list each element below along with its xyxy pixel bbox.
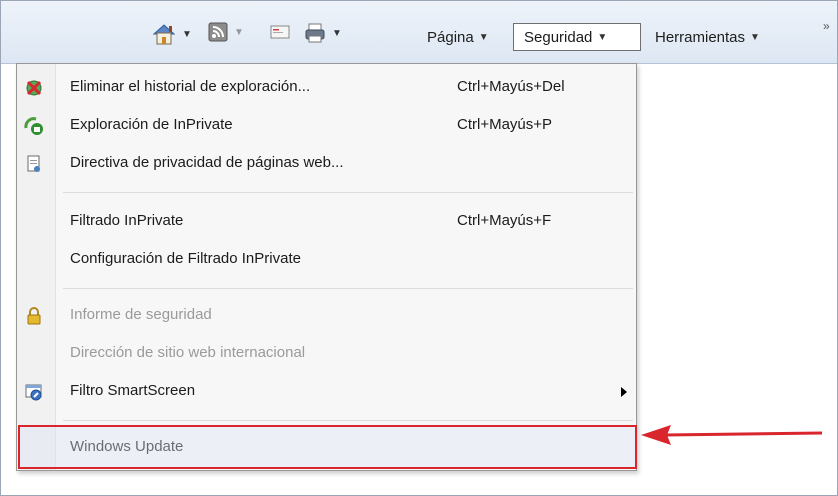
chevron-down-icon: ▼ [750, 31, 760, 43]
menu-item-privacy-policy[interactable]: Directiva de privacidad de páginas web..… [17, 148, 636, 180]
feeds-button[interactable]: ▼ [207, 21, 244, 43]
menu-item-smartscreen-filter[interactable]: Filtro SmartScreen [17, 376, 636, 408]
security-menu-button[interactable]: Seguridad ▼ [513, 23, 641, 51]
menu-item-label: Configuración de Filtrado InPrivate [70, 250, 301, 267]
menu-item-label: Directiva de privacidad de páginas web..… [70, 154, 344, 171]
tools-menu-label: Herramientas [655, 28, 746, 46]
browser-frame: ▼ ▼ ▼ Página ▼ Seguridad ▼ Herramientas … [0, 0, 838, 496]
menu-separator [63, 192, 633, 193]
print-button[interactable]: ▼ [303, 21, 342, 45]
lock-icon [27, 307, 41, 325]
privacy-policy-icon [27, 155, 40, 172]
menu-item-inprivate-filtering-settings[interactable]: Configuración de Filtrado InPrivate [17, 244, 636, 276]
menu-item-inprivate-browsing[interactable]: Exploración de InPrivate Ctrl+Mayús+P [17, 110, 636, 142]
delete-history-icon [26, 80, 42, 96]
page-menu-label: Página [427, 28, 474, 46]
feeds-icon [208, 22, 228, 42]
windows-update-highlight-box [18, 425, 637, 469]
menu-item-label: Informe de seguridad [70, 306, 212, 323]
smartscreen-icon [25, 384, 42, 401]
menu-item-label: Eliminar el historial de exploración... [70, 78, 311, 95]
chevron-down-icon: ▼ [597, 31, 608, 43]
menu-item-label: Filtro SmartScreen [70, 382, 196, 399]
menu-item-shortcut: Ctrl+Mayús+Del [457, 78, 565, 95]
menu-separator [63, 288, 633, 289]
security-menu-label: Seguridad [524, 28, 593, 46]
tools-menu-button[interactable]: Herramientas ▼ [655, 23, 760, 51]
red-arrow-icon [641, 425, 823, 445]
menu-item-label: Dirección de sitio web internacional [70, 344, 306, 361]
print-icon [305, 23, 325, 43]
menu-separator [63, 420, 633, 421]
toolbar-overflow-button[interactable]: » [823, 19, 830, 33]
chevron-down-icon: ▼ [478, 31, 489, 43]
mail-icon [270, 25, 290, 39]
submenu-arrow-icon [621, 387, 627, 397]
menu-item-shortcut: Ctrl+Mayús+F [457, 212, 552, 229]
menu-item-label: Exploración de InPrivate [70, 116, 233, 133]
chevron-down-icon[interactable]: ▼ [332, 28, 342, 39]
menu-item-international-address: Dirección de sitio web internacional [17, 338, 636, 370]
security-dropdown-menu: Eliminar el historial de exploración... … [16, 63, 637, 471]
command-bar: ▼ ▼ ▼ Página ▼ Seguridad ▼ Herramientas … [1, 1, 837, 64]
menu-item-label: Filtrado InPrivate [70, 212, 184, 229]
home-icon [152, 24, 176, 45]
menu-item-inprivate-filtering[interactable]: Filtrado InPrivate Ctrl+Mayús+F [17, 206, 636, 238]
menu-item-security-report: Informe de seguridad [17, 300, 636, 332]
menu-item-delete-history[interactable]: Eliminar el historial de exploración... … [17, 72, 636, 104]
mail-button[interactable] [269, 21, 291, 43]
chevron-down-icon[interactable]: ▼ [234, 27, 244, 38]
home-button[interactable]: ▼ [151, 21, 192, 47]
chevron-down-icon[interactable]: ▼ [182, 29, 192, 40]
menu-item-shortcut: Ctrl+Mayús+P [457, 116, 553, 133]
inprivate-icon [24, 117, 43, 135]
page-menu-button[interactable]: Página ▼ [427, 23, 489, 51]
